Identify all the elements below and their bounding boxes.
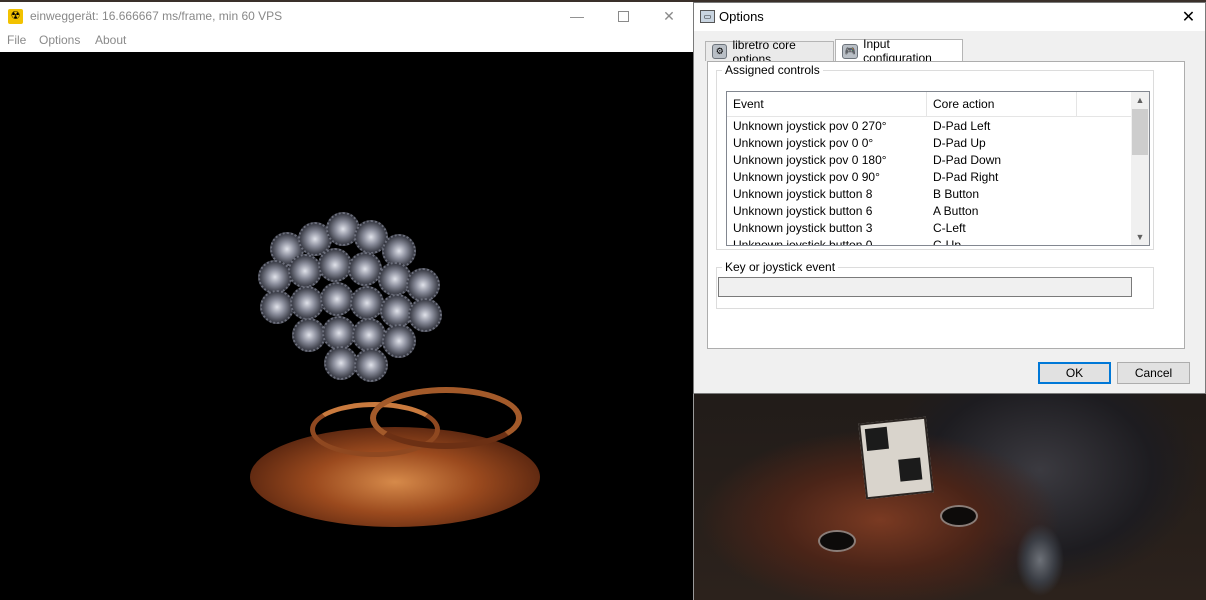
dialog-titlebar[interactable]: ▭ Options ✕: [694, 3, 1205, 31]
event-cell: Unknown joystick pov 0 0°: [733, 136, 874, 150]
scrollbar-thumb[interactable]: [1132, 109, 1148, 155]
emulator-window: ☢ einweggerät: 16.666667 ms/frame, min 6…: [0, 2, 694, 600]
scroll-down-icon[interactable]: ▼: [1131, 229, 1149, 245]
action-cell: D-Pad Left: [933, 119, 991, 133]
minimize-button[interactable]: —: [554, 2, 600, 30]
event-cell: Unknown joystick button 3: [733, 221, 873, 235]
event-cell: Unknown joystick pov 0 90°: [733, 170, 880, 184]
event-cell: Unknown joystick button 6: [733, 204, 873, 218]
dialog-close-button[interactable]: ✕: [1172, 3, 1205, 31]
gear-icon: ⚙: [712, 44, 728, 59]
scroll-up-icon[interactable]: ▲: [1131, 92, 1149, 108]
window-title: einweggerät: 16.666667 ms/frame, min 60 …: [30, 9, 283, 23]
menu-options[interactable]: Options: [39, 33, 80, 47]
options-dialog: ▭ Options ✕ ⚙ libretro core options 🎮 In…: [693, 2, 1206, 394]
assigned-controls-list[interactable]: Event Core action Unknown joystick pov 0…: [726, 91, 1150, 246]
ok-button[interactable]: OK: [1038, 362, 1111, 384]
list-rows: Unknown joystick pov 0 270° D-Pad Left Un…: [727, 118, 1131, 246]
assigned-controls-label: Assigned controls: [722, 64, 823, 77]
key-event-field[interactable]: [718, 277, 1132, 297]
game-viewport[interactable]: [0, 52, 693, 600]
tab-libretro-core-options[interactable]: ⚙ libretro core options: [705, 38, 834, 66]
wallpaper-figure: [1012, 520, 1068, 600]
action-cell: D-Pad Down: [933, 153, 1002, 167]
list-header: Event Core action: [727, 92, 1131, 117]
action-cell: D-Pad Up: [933, 136, 986, 150]
gear-cube-sprite: [250, 212, 450, 382]
action-cell: C-Left: [933, 221, 966, 235]
column-header-event[interactable]: Event: [727, 92, 927, 116]
window-icon: ▭: [700, 10, 715, 23]
dialog-title: Options: [719, 9, 764, 24]
table-row[interactable]: Unknown joystick button 8 B Button: [727, 186, 1131, 203]
input-configuration-panel: Assigned controls Event Core action Unkn…: [707, 61, 1185, 349]
action-cell: C-Up: [933, 238, 962, 246]
menu-bar: File Options About: [0, 30, 693, 50]
tab-input-configuration[interactable]: 🎮 Input configuration: [835, 37, 963, 65]
wallpaper-porthole: [818, 530, 856, 552]
gamepad-icon: 🎮: [842, 43, 859, 59]
emulator-titlebar[interactable]: ☢ einweggerät: 16.666667 ms/frame, min 6…: [0, 2, 693, 30]
maximize-icon: [617, 10, 629, 22]
key-event-label: Key or joystick event: [722, 261, 839, 274]
action-cell: B Button: [933, 187, 980, 201]
table-row[interactable]: Unknown joystick button 0 C-Up: [727, 237, 1131, 246]
column-header-core-action[interactable]: Core action: [927, 92, 1077, 116]
menu-file[interactable]: File: [7, 33, 26, 47]
table-row[interactable]: Unknown joystick pov 0 180° D-Pad Down: [727, 152, 1131, 169]
menu-about[interactable]: About: [95, 33, 126, 47]
wallpaper-insignia: [858, 416, 934, 500]
table-row[interactable]: Unknown joystick pov 0 270° D-Pad Left: [727, 118, 1131, 135]
cancel-button[interactable]: Cancel: [1117, 362, 1190, 384]
maximize-button[interactable]: [600, 2, 646, 30]
event-cell: Unknown joystick button 8: [733, 187, 873, 201]
radiation-icon: ☢: [8, 9, 23, 24]
assigned-controls-group: Assigned controls Event Core action Unkn…: [716, 64, 1154, 250]
close-button[interactable]: ✕: [646, 2, 692, 30]
wallpaper-porthole: [940, 505, 978, 527]
event-cell: Unknown joystick button 0: [733, 238, 873, 246]
list-scrollbar[interactable]: ▲ ▼: [1131, 92, 1149, 245]
event-cell: Unknown joystick pov 0 270°: [733, 119, 887, 133]
table-row[interactable]: Unknown joystick pov 0 90° D-Pad Right: [727, 169, 1131, 186]
table-row[interactable]: Unknown joystick button 6 A Button: [727, 203, 1131, 220]
action-cell: D-Pad Right: [933, 170, 999, 184]
event-cell: Unknown joystick pov 0 180°: [733, 153, 887, 167]
table-row[interactable]: Unknown joystick pov 0 0° D-Pad Up: [727, 135, 1131, 152]
spinning-machine-sprite: [240, 377, 545, 527]
action-cell: A Button: [933, 204, 979, 218]
table-row[interactable]: Unknown joystick button 3 C-Left: [727, 220, 1131, 237]
